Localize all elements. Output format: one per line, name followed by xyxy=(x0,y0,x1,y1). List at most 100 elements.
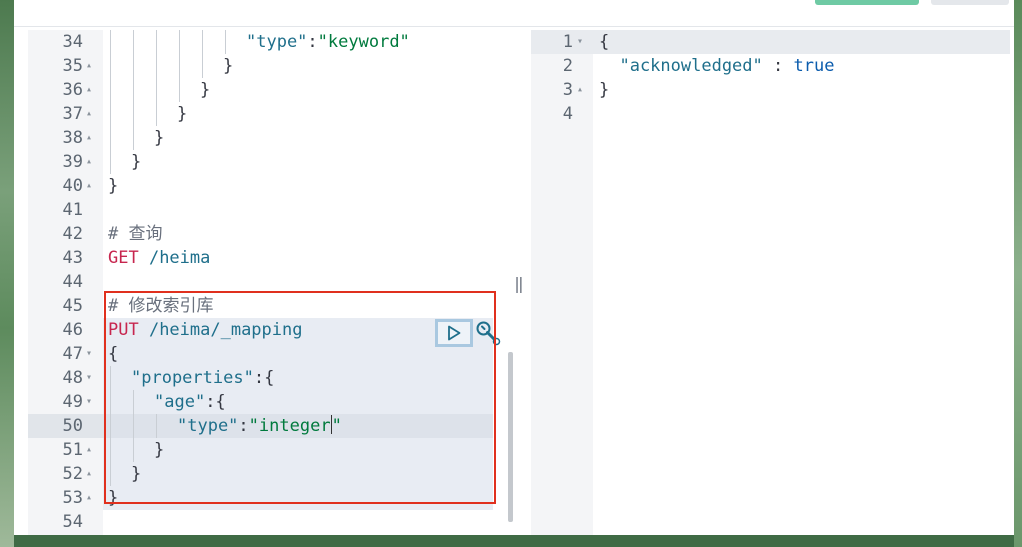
line-number: 54 xyxy=(62,512,83,532)
code-text: } xyxy=(154,126,164,150)
code-token: # 查询 xyxy=(108,224,163,244)
editor-scrollbar[interactable] xyxy=(508,352,513,522)
indent-guide xyxy=(156,78,157,102)
fold-toggle-icon[interactable]: ▾ xyxy=(86,366,100,390)
fold-toggle-icon[interactable]: ▴ xyxy=(86,78,100,102)
code-token: } xyxy=(108,176,119,196)
code-token: "type" xyxy=(246,32,308,52)
indent-guide xyxy=(110,54,111,78)
code-token: } xyxy=(177,104,188,124)
fold-toggle-icon[interactable]: ▴ xyxy=(86,54,100,78)
editor-line[interactable]: 36 ▴} xyxy=(28,78,506,102)
code-token: : xyxy=(762,56,794,76)
code-text: } xyxy=(108,174,118,198)
editor-line[interactable]: 38 ▴} xyxy=(28,126,506,150)
code-token: { xyxy=(599,32,610,52)
code-text: } xyxy=(223,54,233,78)
line-number: 40 xyxy=(62,176,83,196)
console-window: 34 "type":"keyword" 35 ▴} 36 ▴} 37 ▴} 38 ▴} 39 ▴} 40… xyxy=(14,0,1014,535)
code-token: "acknowledged" xyxy=(599,56,763,76)
secondary-toolbar-button[interactable] xyxy=(931,0,1009,5)
code-token: } xyxy=(131,152,142,172)
line-number: 39 xyxy=(62,152,83,172)
line-number: 47 xyxy=(62,344,83,364)
desktop-background-right xyxy=(1014,0,1022,547)
indent-guide xyxy=(179,30,180,54)
fold-toggle-icon[interactable]: ▴ xyxy=(577,78,583,102)
code-token: "keyword" xyxy=(317,32,410,52)
response-line: 1 ▾ { xyxy=(531,30,1010,54)
request-editor[interactable]: 34 "type":"keyword" 35 ▴} 36 ▴} 37 ▴} 38 ▴} 39 ▴} 40… xyxy=(28,30,513,535)
fold-toggle-icon[interactable]: ▴ xyxy=(86,486,100,510)
line-number: 35 xyxy=(62,56,83,76)
editor-line[interactable]: 42 # 查询 xyxy=(28,222,506,246)
code-text: } xyxy=(131,150,141,174)
editor-line[interactable]: 34 "type":"keyword" xyxy=(28,30,506,54)
editor-line[interactable]: 39 ▴} xyxy=(28,150,506,174)
line-number: 42 xyxy=(62,224,83,244)
code-token: } xyxy=(223,56,234,76)
code-text: # 查询 xyxy=(108,222,162,246)
indent-guide xyxy=(110,30,111,54)
indent-guide xyxy=(179,78,180,102)
primary-toolbar-button[interactable] xyxy=(815,0,919,5)
pane-resize-handle[interactable]: ‖ xyxy=(514,274,524,294)
indent-guide xyxy=(133,54,134,78)
code-token: } xyxy=(599,80,610,100)
indent-guide xyxy=(202,54,203,78)
line-number: 45 xyxy=(62,296,83,316)
indent-guide xyxy=(133,30,134,54)
editor-line[interactable]: 40 ▴} xyxy=(28,174,506,198)
fold-toggle-icon[interactable]: ▾ xyxy=(86,390,100,414)
code-token: GET xyxy=(108,248,139,268)
line-number: 50 xyxy=(62,416,83,436)
response-line: 3 ▴} xyxy=(531,78,1010,102)
line-number: 52 xyxy=(62,464,83,484)
editor-line[interactable]: 54 xyxy=(28,510,506,534)
editor-line[interactable]: 35 ▴} xyxy=(28,54,506,78)
code-token: /heima xyxy=(138,248,211,268)
fold-toggle-icon[interactable]: ▾ xyxy=(86,342,100,366)
line-number: 37 xyxy=(62,104,83,124)
indent-guide xyxy=(110,126,111,150)
fold-toggle-icon[interactable]: ▴ xyxy=(86,150,100,174)
indent-guide xyxy=(156,30,157,54)
fold-toggle-icon[interactable]: ▾ xyxy=(577,30,583,54)
fold-toggle-icon[interactable]: ▴ xyxy=(86,438,100,462)
editor-line[interactable]: 41 xyxy=(28,198,506,222)
indent-guide xyxy=(133,102,134,126)
fold-toggle-icon[interactable]: ▴ xyxy=(86,462,100,486)
line-number: 3 xyxy=(562,80,573,100)
line-number: 53 xyxy=(62,488,83,508)
line-number: 38 xyxy=(62,128,83,148)
editor-line[interactable]: 43 GET /heima xyxy=(28,246,506,270)
fold-toggle-icon[interactable]: ▴ xyxy=(86,126,100,150)
line-number: 43 xyxy=(62,248,83,268)
fold-toggle-icon[interactable]: ▴ xyxy=(86,174,100,198)
top-toolbar xyxy=(14,0,1014,27)
line-number: 46 xyxy=(62,320,83,340)
line-number: 4 xyxy=(562,104,573,124)
code-token: : xyxy=(307,32,318,52)
code-text: } xyxy=(177,102,187,126)
indent-guide xyxy=(110,102,111,126)
line-number: 2 xyxy=(562,56,573,76)
code-token: true xyxy=(793,56,835,76)
line-number: 34 xyxy=(62,32,83,52)
response-viewer[interactable]: 1 ▾{2 "acknowledged" : true 3 ▴} 4 xyxy=(531,30,1010,535)
code-text: GET /heima xyxy=(108,246,210,270)
line-number: 41 xyxy=(62,200,83,220)
line-number: 49 xyxy=(62,392,83,412)
indent-guide xyxy=(179,54,180,78)
editor-line[interactable]: 37 ▴} xyxy=(28,102,506,126)
code-text: "type":"keyword" xyxy=(246,30,410,54)
response-code-text: { xyxy=(599,30,609,54)
indent-guide xyxy=(156,54,157,78)
fold-toggle-icon[interactable]: ▴ xyxy=(86,102,100,126)
desktop-background-left xyxy=(0,0,14,547)
indent-guide xyxy=(110,78,111,102)
indent-guide xyxy=(156,102,157,126)
indent-guide xyxy=(133,78,134,102)
indent-guide xyxy=(225,30,226,54)
indent-guide xyxy=(133,126,134,150)
